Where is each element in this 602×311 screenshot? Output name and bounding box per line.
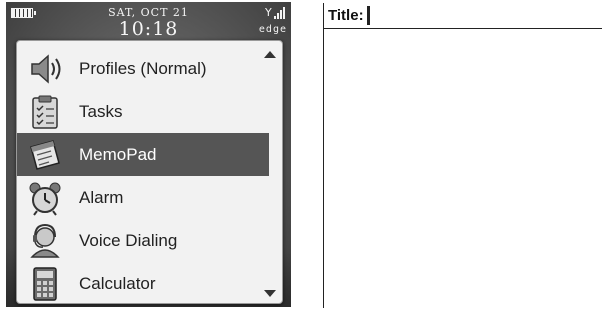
menu-item-label: Tasks [79,101,123,121]
menu-item-label: Voice Dialing [79,230,178,250]
menu-item-memopad[interactable]: MemoPad [17,133,269,176]
application-menu: Profiles (Normal) Tasks MemoPad Alarm Vo… [16,40,283,304]
network-type: edge [258,24,287,35]
memo-title-row: Title: [324,3,602,29]
notepad-icon [30,139,60,170]
clipboard-icon [32,95,58,129]
scroll-down-arrow-icon[interactable] [264,290,276,297]
menu-item-label: Calculator [79,273,156,293]
memo-editor: Title: [323,3,602,308]
alarm-clock-icon [29,182,61,216]
headset-person-icon [30,223,60,258]
menu-item-profiles[interactable]: Profiles (Normal) [17,47,269,90]
menu-item-calculator[interactable]: Calculator [17,262,269,303]
menu-item-alarm[interactable]: Alarm [17,176,269,219]
memo-title-input-cursor[interactable] [366,6,370,25]
phone-screen: SAT, OCT 21 10:18 Y edge Profiles (Norma… [6,2,291,307]
calculator-icon [33,266,57,301]
menu-item-label: Alarm [79,187,124,207]
memo-title-label: Title: [328,7,364,24]
status-time: 10:18 [118,18,179,40]
menu-item-label: Profiles (Normal) [79,58,207,78]
speaker-icon [31,53,61,84]
status-bar: SAT, OCT 21 10:18 Y edge [6,2,291,42]
menu-item-tasks[interactable]: Tasks [17,90,269,133]
signal-strength-icon: Y [265,7,285,19]
menu-item-label: MemoPad [79,144,157,164]
menu-item-voice-dialing[interactable]: Voice Dialing [17,219,269,262]
